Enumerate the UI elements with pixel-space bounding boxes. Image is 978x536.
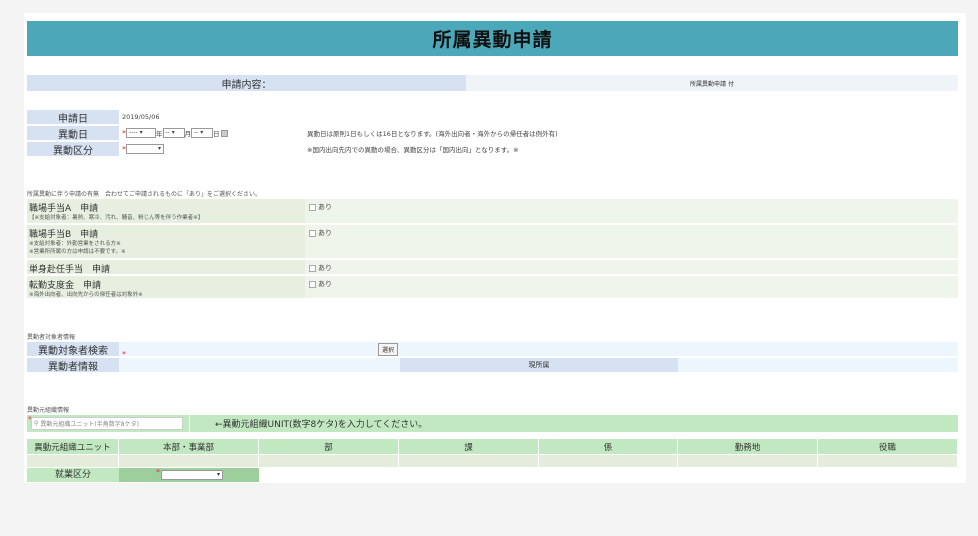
allowance-title: 職場手当A 申請 xyxy=(29,204,99,214)
source-unit-placeholder: 異動元組織ユニット(半角数字8ケタ) xyxy=(40,421,139,428)
allowance-option[interactable]: あり xyxy=(305,260,958,274)
day-unit: 日 xyxy=(213,130,220,138)
allowance-label: 転勤支度金 申請 ※海外出向者、出向先からの帰任者は対象外※ xyxy=(27,276,305,298)
source-unit-hint: ←異動元組織UNIT(数字8ケタ)を入力してください。 xyxy=(215,420,428,430)
transfer-date-note: 異動日は原則1日もしくは16日となります。(海外出向者・海外からの帰任者は例外有… xyxy=(307,130,558,138)
column-header: 役職 xyxy=(818,439,958,454)
current-affiliation-label: 現所属 xyxy=(400,358,678,372)
column-header: 係 xyxy=(539,439,678,454)
employment-type-field: * ▾ xyxy=(119,468,259,482)
page-title: 所属異動申請 xyxy=(27,21,958,56)
apply-date-value: 2019/05/06 xyxy=(122,113,160,121)
transfer-date-field: * ---- ▾ 年 -- ▾ 月 -- ▾ 日 xyxy=(122,126,228,140)
allowance-option-label: あり xyxy=(318,280,332,288)
target-search-label: 異動対象者検索 xyxy=(27,342,119,357)
allowance-title: 職場手当B 申請 xyxy=(29,230,99,240)
table-cell xyxy=(399,455,539,467)
table-cell xyxy=(119,455,259,467)
target-info-label: 異動者情報 xyxy=(27,358,119,373)
search-icon: ⚲ xyxy=(34,420,39,427)
allowance-option-label: あり xyxy=(318,203,332,211)
transfer-type-select[interactable]: ▾ xyxy=(126,144,164,154)
allowance-intro: 所属異動に伴う申請の有無 合わせてご申請されるものに「あり」をご選択ください。 xyxy=(27,191,262,198)
table-cell xyxy=(27,455,119,467)
allowance-checkbox[interactable] xyxy=(309,203,316,211)
calendar-icon[interactable] xyxy=(220,129,228,137)
source-section-title: 異動元組織情報 xyxy=(27,407,70,414)
allowance-option[interactable]: あり xyxy=(305,225,958,258)
month-value: -- xyxy=(165,129,170,136)
source-unit-bar: * ⚲ 異動元組織ユニット(半角数字8ケタ) ←異動元組織UNIT(数字8ケタ)を… xyxy=(27,415,958,432)
allowance-checkbox[interactable] xyxy=(309,264,316,272)
month-select[interactable]: -- ▾ xyxy=(162,128,185,138)
table-cell xyxy=(539,455,678,467)
allowance-label: 職場手当A 申請 【※支給対象者：暑熱、寒冷、汚れ、騒音、粉じん等を伴う作業者※】 xyxy=(27,199,305,223)
table-cell xyxy=(818,455,958,467)
allowance-option-label: あり xyxy=(318,229,332,237)
target-section-title: 異動者対象者情報 xyxy=(27,334,76,341)
source-unit-input[interactable]: ⚲ 異動元組織ユニット(半角数字8ケタ) xyxy=(31,417,183,430)
table-cell xyxy=(678,455,818,467)
allowance-label: 職場手当B 申請 ※支給対象者：外勤営業をされる方※ ※営業所所属の方は申請は不要で… xyxy=(27,225,305,258)
allowance-option-label: あり xyxy=(318,264,332,272)
transfer-date-label: 異動日 xyxy=(27,126,119,141)
target-info-value xyxy=(119,358,400,372)
column-header: 異動元組織ユニット xyxy=(27,439,119,454)
allowance-note: ※支給対象者：外勤営業をされる方※ xyxy=(29,241,121,247)
form-panel: 所属異動申請 申請内容： 所属異動申請 付 申請日 2019/05/06 異動日… xyxy=(24,13,966,483)
request-content-label: 申請内容： xyxy=(27,75,466,91)
column-header: 課 xyxy=(399,439,539,454)
allowance-option[interactable]: あり xyxy=(305,276,958,298)
target-search-field: * 選択 xyxy=(119,342,958,359)
year-value: ---- xyxy=(129,129,138,136)
allowance-checkbox[interactable] xyxy=(309,280,316,288)
apply-date-label: 申請日 xyxy=(27,110,119,125)
current-affiliation-value xyxy=(678,358,958,372)
column-header: 勤務地 xyxy=(678,439,818,454)
day-select[interactable]: -- ▾ xyxy=(191,128,213,138)
employment-type-select[interactable]: ▾ xyxy=(161,470,223,480)
allowance-checkbox[interactable] xyxy=(309,229,316,237)
allowance-note: ※海外出向者、出向先からの帰任者は対象外※ xyxy=(29,292,143,298)
year-select[interactable]: ---- ▾ xyxy=(126,128,156,138)
transfer-type-field: * ▾ xyxy=(122,142,164,156)
table-cell xyxy=(259,455,399,467)
select-button[interactable]: 選択 xyxy=(378,343,399,356)
allowance-label: 単身赴任手当 申請 xyxy=(27,260,305,275)
transfer-type-label: 異動区分 xyxy=(27,142,119,157)
required-mark: * xyxy=(156,468,160,477)
allowance-option[interactable]: あり xyxy=(305,199,958,223)
allowance-note: ※営業所所属の方は申請は不要です。※ xyxy=(29,249,126,255)
transfer-type-note: ※国内出向先内での異動の場合、異動区分は「国内出向」となります。※ xyxy=(307,146,519,154)
day-value: -- xyxy=(194,129,199,136)
request-content-value: 所属異動申請 付 xyxy=(466,75,958,91)
column-header: 部 xyxy=(259,439,399,454)
allowance-note: 【※支給対象者：暑熱、寒冷、汚れ、騒音、粉じん等を伴う作業者※】 xyxy=(29,215,204,221)
employment-type-label: 就業区分 xyxy=(27,468,119,482)
column-header: 本部・事業部 xyxy=(119,439,259,454)
allowance-title: 単身赴任手当 申請 xyxy=(29,265,111,275)
allowance-title: 転勤支度金 申請 xyxy=(29,281,102,291)
